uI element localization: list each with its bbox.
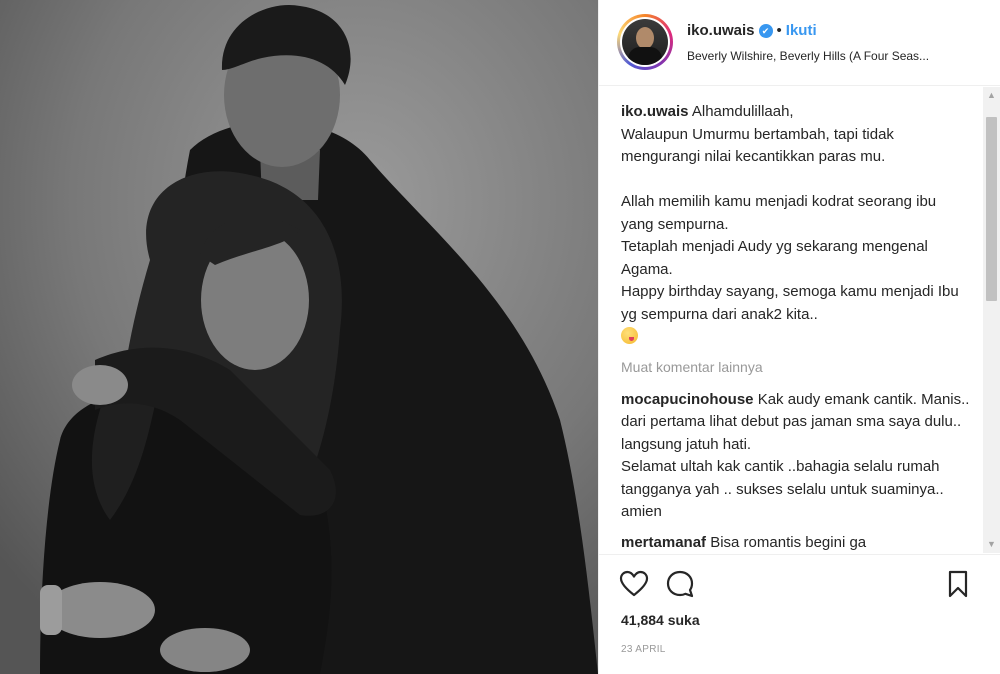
comment-item: mertamanaf Bisa romantis begini ga [621, 532, 971, 554]
bookmark-icon[interactable] [943, 569, 973, 599]
location-link[interactable]: Beverly Wilshire, Beverly Hills (A Four … [687, 49, 987, 63]
caption: iko.uwais Alhamdulillaah, Walaupun Umurm… [621, 101, 971, 349]
post-username-link[interactable]: iko.uwais [687, 22, 755, 39]
post-header: iko.uwais ✔ • Ikuti Beverly Wilshire, Bever… [599, 0, 1000, 86]
separator-dot: • [776, 22, 782, 39]
comment-text: Bisa romantis begini ga [706, 533, 867, 551]
scrollbar-thumb[interactable] [986, 117, 997, 301]
post-photo[interactable] [0, 0, 598, 674]
verified-badge-icon: ✔ [758, 24, 773, 38]
comment-username-link[interactable]: mertamanaf [621, 534, 706, 551]
post-side-panel: iko.uwais ✔ • Ikuti Beverly Wilshire, Bever… [598, 0, 1000, 674]
face-savoring-food-emoji-icon [621, 327, 638, 344]
heart-icon[interactable] [619, 569, 649, 599]
avatar-body [628, 47, 662, 65]
follow-button[interactable]: Ikuti [786, 22, 817, 39]
post-date[interactable]: 23 APRIL [621, 644, 666, 655]
comment-username-link[interactable]: mocapucinohouse [621, 391, 754, 408]
speech-bubble-icon[interactable] [665, 569, 695, 599]
like-count[interactable]: 41,884 suka [621, 612, 700, 628]
avatar-image [622, 19, 668, 65]
comment-item: mocapucinohouse Kak audy emank cantik. M… [621, 389, 971, 524]
avatar-story-ring[interactable] [617, 14, 673, 70]
couple-photo-illustration [0, 0, 598, 674]
comments-scrollbar[interactable]: ▲ ▼ [983, 87, 1000, 553]
post-actions: 41,884 suka 23 APRIL [599, 554, 1000, 674]
comment-text: Kak audy emank cantik. Manis.. dari pert… [621, 390, 970, 521]
header-user-line: iko.uwais ✔ • Ikuti [687, 22, 817, 39]
scroll-up-arrow-icon[interactable]: ▲ [983, 87, 1000, 104]
caption-text: Alhamdulillaah, Walaupun Umurmu bertamba… [621, 103, 959, 323]
comments-list: iko.uwais Alhamdulillaah, Walaupun Umurm… [621, 101, 971, 553]
scroll-down-arrow-icon[interactable]: ▼ [983, 536, 1000, 553]
caption-username-link[interactable]: iko.uwais [621, 103, 689, 120]
avatar-face [636, 27, 654, 49]
load-more-comments-link[interactable]: Muat komentar lainnya [621, 359, 971, 375]
comments-section[interactable]: iko.uwais Alhamdulillaah, Walaupun Umurm… [599, 87, 1000, 553]
avatar[interactable] [620, 17, 670, 67]
